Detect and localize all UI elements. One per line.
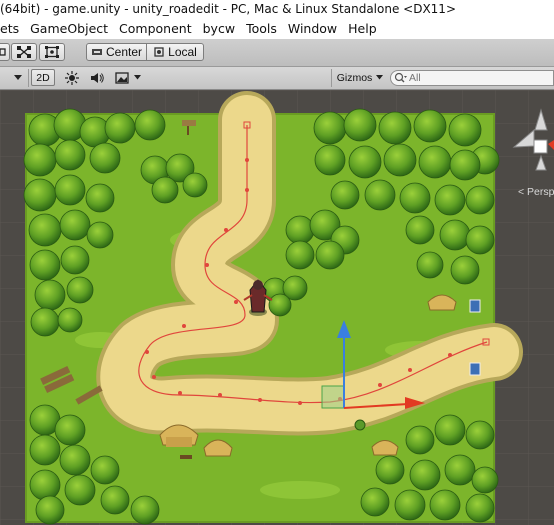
speaker-icon [91,72,104,83]
menu-window[interactable]: Window [288,19,337,39]
window-title-bar: (64bit) - game.unity - unity_roadedit - … [0,0,554,19]
draw-mode-dropdown[interactable] [0,69,26,86]
menu-help[interactable]: Help [348,19,377,39]
sun-icon [65,70,79,85]
local-label: Local [168,45,197,59]
menu-gameobject[interactable]: GameObject [30,19,108,39]
main-toolbar: Center Local [0,39,554,67]
menu-tools[interactable]: Tools [246,19,277,39]
menu-component[interactable]: Component [119,19,192,39]
image-effects-icon [115,71,129,84]
dropdown-arrow-icon [376,75,384,80]
menu-bar: ets GameObject Component bycw Tools Wind… [0,19,554,39]
gizmos-label: Gizmos [336,71,373,84]
search-input[interactable] [409,71,549,85]
rect-tool-button[interactable] [39,43,65,61]
scene-canvas[interactable] [0,90,554,525]
rotate-tool-icon [0,48,6,56]
menu-bycw[interactable]: bycw [203,19,235,39]
local-icon [154,47,164,57]
scene-search-field[interactable] [390,70,554,86]
dropdown-arrow-icon [14,74,22,80]
rotate-tool-button[interactable] [0,43,10,61]
rect-tool-icon [45,46,59,58]
center-label: Center [105,45,143,59]
scene-view[interactable]: < Persp [0,90,554,525]
pivot-center-button[interactable]: Center [86,43,147,61]
scale-tool-button[interactable] [11,43,37,61]
menu-assets[interactable]: ets [0,19,19,39]
2d-label: 2D [36,71,50,84]
scale-tool-icon [17,46,31,58]
window-title: (64bit) - game.unity - unity_roadedit - … [0,2,456,16]
pivot-local-button[interactable]: Local [146,43,204,61]
projection-label[interactable]: < Persp [518,186,554,198]
dropdown-arrow-icon [134,75,141,80]
scene-toolbar: 2D Gizmos [0,67,554,90]
2d-toggle[interactable]: 2D [31,69,55,86]
lighting-toggle[interactable] [61,69,83,86]
search-icon [394,72,407,83]
center-icon [91,49,102,55]
audio-toggle[interactable] [86,69,108,86]
gizmos-dropdown[interactable]: Gizmos [335,69,385,86]
effects-dropdown[interactable] [112,69,144,86]
